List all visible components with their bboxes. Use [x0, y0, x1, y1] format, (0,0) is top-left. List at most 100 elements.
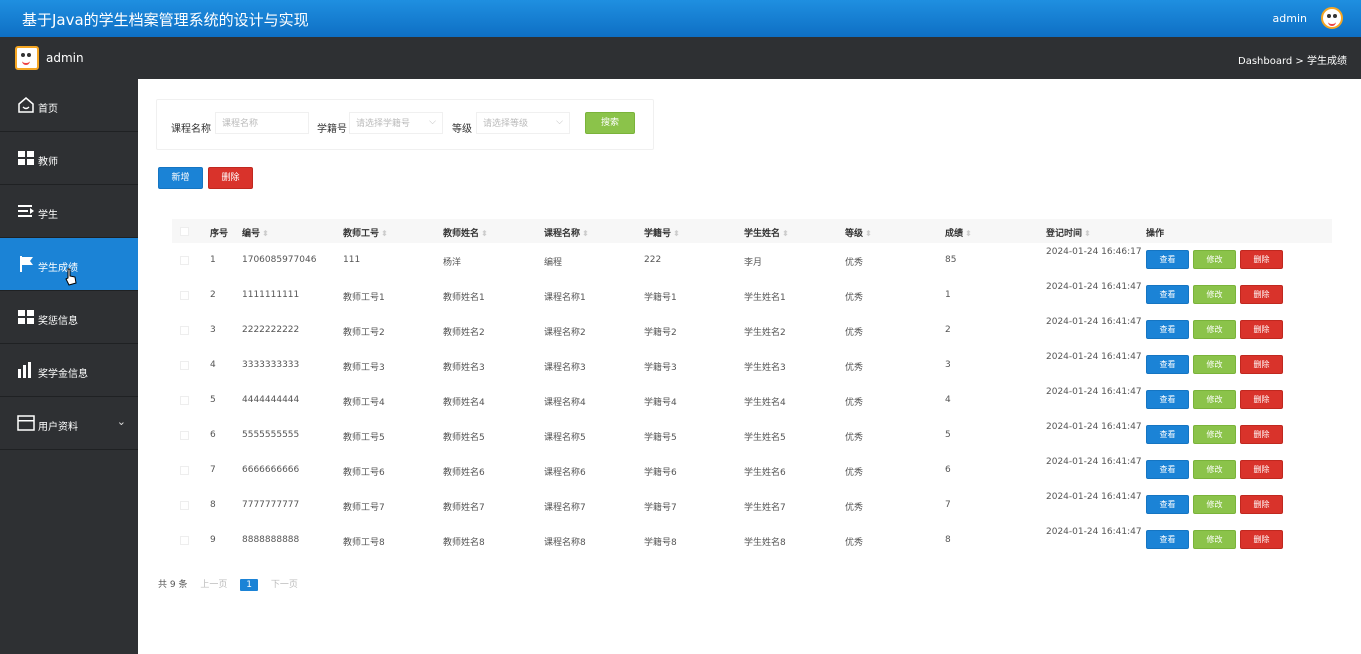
view-button[interactable]: 查看 — [1146, 390, 1189, 409]
sidebar-item-label: 奖学金信息 — [38, 369, 88, 380]
row-delete-button[interactable]: 删除 — [1240, 460, 1283, 479]
cell-code: 1706085977046 — [242, 255, 317, 265]
edit-button[interactable]: 修改 — [1193, 425, 1236, 444]
row-delete-button[interactable]: 删除 — [1240, 495, 1283, 514]
cell-teacher-name: 教师姓名8 — [443, 538, 485, 548]
cell-code: 4444444444 — [242, 395, 300, 405]
sort-icon: ⬍ — [582, 229, 589, 238]
row-checkbox[interactable] — [180, 326, 189, 335]
cell-student-name: 学生姓名3 — [744, 363, 786, 373]
cell-time: 2024-01-24 16:41:47 — [1046, 422, 1142, 432]
view-button[interactable]: 查看 — [1146, 530, 1189, 549]
cell-student-name: 李月 — [744, 258, 763, 268]
add-button[interactable]: 新增 — [158, 167, 203, 189]
row-checkbox[interactable] — [180, 396, 189, 405]
student-no-select[interactable]: 请选择学籍号 ⌵ — [349, 112, 443, 134]
view-button[interactable]: 查看 — [1146, 320, 1189, 339]
cell-teacher-no: 教师工号3 — [343, 363, 385, 373]
table-header: 序号 编号 ⬍ 教师工号 ⬍ 教师姓名 ⬍ 课程名称 ⬍ 学籍号 ⬍ 学生姓名 ⬍ 等级 ⬍ … — [172, 219, 1332, 243]
column-header[interactable]: 教师工号 ⬍ — [343, 226, 388, 239]
row-checkbox[interactable] — [180, 256, 189, 265]
sidebar-item-student[interactable]: 学生 — [0, 185, 138, 238]
current-page[interactable]: 1 — [240, 579, 258, 591]
cell-code: 1111111111 — [242, 290, 300, 300]
sidebar-item-rewards[interactable]: 奖惩信息 — [0, 291, 138, 344]
flag-icon — [20, 256, 33, 272]
row-checkbox[interactable] — [180, 466, 189, 475]
column-header[interactable]: 登记时间 ⬍ — [1046, 226, 1091, 239]
edit-button[interactable]: 修改 — [1193, 320, 1236, 339]
table-row: 8 7777777777 教师工号7 教师姓名7 课程名称7 学籍号7 学生姓名7 优秀 7 20… — [172, 488, 1332, 523]
header-username[interactable]: admin — [1273, 12, 1307, 25]
row-delete-button[interactable]: 删除 — [1240, 320, 1283, 339]
row-checkbox[interactable] — [180, 536, 189, 545]
column-header[interactable]: 教师姓名 ⬍ — [443, 226, 488, 239]
next-page-button[interactable]: 下一页 — [271, 580, 298, 590]
sidebar-item-home[interactable]: 首页 — [0, 79, 138, 132]
prev-page-button[interactable]: 上一页 — [200, 580, 227, 590]
column-header: 操作 — [1146, 229, 1165, 239]
row-checkbox[interactable] — [180, 501, 189, 510]
cell-course: 课程名称2 — [544, 328, 586, 338]
column-header[interactable]: 等级 ⬍ — [845, 226, 872, 239]
sidebar-item-label: 用户资料 — [38, 422, 78, 433]
column-header[interactable]: 成绩 ⬍ — [945, 226, 972, 239]
row-delete-button[interactable]: 删除 — [1240, 355, 1283, 374]
cell-student-name: 学生姓名4 — [744, 398, 786, 408]
cell-course: 课程名称4 — [544, 398, 586, 408]
edit-button[interactable]: 修改 — [1193, 355, 1236, 374]
edit-button[interactable]: 修改 — [1193, 495, 1236, 514]
column-header[interactable]: 课程名称 ⬍ — [544, 226, 589, 239]
view-button[interactable]: 查看 — [1146, 425, 1189, 444]
chevron-down-icon[interactable]: ⌄ — [117, 415, 126, 428]
view-button[interactable]: 查看 — [1146, 355, 1189, 374]
row-delete-button[interactable]: 删除 — [1240, 530, 1283, 549]
sidebar-item-label: 教师 — [38, 157, 58, 168]
row-delete-button[interactable]: 删除 — [1240, 425, 1283, 444]
row-checkbox[interactable] — [180, 431, 189, 440]
cell-teacher-no: 教师工号5 — [343, 433, 385, 443]
row-checkbox[interactable] — [180, 291, 189, 300]
view-button[interactable]: 查看 — [1146, 285, 1189, 304]
edit-button[interactable]: 修改 — [1193, 390, 1236, 409]
cell-level: 优秀 — [845, 538, 864, 548]
cell-score: 1 — [945, 290, 951, 300]
view-button[interactable]: 查看 — [1146, 460, 1189, 479]
sidebar-username: admin — [46, 51, 84, 65]
cell-teacher-name: 教师姓名5 — [443, 433, 485, 443]
cell-teacher-no: 111 — [343, 255, 361, 265]
sidebar-item-teacher[interactable]: 教师 — [0, 132, 138, 185]
course-name-input[interactable]: 课程名称 — [215, 112, 309, 134]
cell-code: 2222222222 — [242, 325, 300, 335]
edit-button[interactable]: 修改 — [1193, 250, 1236, 269]
row-delete-button[interactable]: 删除 — [1240, 390, 1283, 409]
view-button[interactable]: 查看 — [1146, 495, 1189, 514]
cell-score: 2 — [945, 325, 951, 335]
sidebar-item-profile[interactable]: 用户资料 ⌄ — [0, 397, 138, 450]
row-delete-button[interactable]: 删除 — [1240, 285, 1283, 304]
cell-student-no: 学籍号4 — [644, 398, 677, 408]
header-avatar-icon[interactable] — [1321, 7, 1343, 29]
delete-button[interactable]: 删除 — [208, 167, 253, 189]
cell-code: 6666666666 — [242, 465, 300, 475]
grade-select[interactable]: 请选择等级 ⌵ — [476, 112, 570, 134]
table-row: 4 3333333333 教师工号3 教师姓名3 课程名称3 学籍号3 学生姓名3 优秀 3 20… — [172, 348, 1332, 383]
sidebar-item-student-grades[interactable]: 学生成绩 — [0, 238, 138, 291]
cell-score: 5 — [945, 430, 951, 440]
column-header[interactable]: 学生姓名 ⬍ — [744, 226, 789, 239]
view-button[interactable]: 查看 — [1146, 250, 1189, 269]
row-checkbox[interactable] — [180, 361, 189, 370]
edit-button[interactable]: 修改 — [1193, 285, 1236, 304]
cell-student-no: 学籍号1 — [644, 293, 677, 303]
edit-button[interactable]: 修改 — [1193, 530, 1236, 549]
cell-idx: 1 — [210, 255, 216, 265]
select-all-checkbox[interactable] — [180, 227, 189, 236]
column-header[interactable]: 学籍号 ⬍ — [644, 226, 680, 239]
column-header[interactable]: 编号 ⬍ — [242, 226, 269, 239]
cell-score: 4 — [945, 395, 951, 405]
cell-level: 优秀 — [845, 328, 864, 338]
sidebar-item-scholarship[interactable]: 奖学金信息 — [0, 344, 138, 397]
search-button[interactable]: 搜索 — [585, 112, 635, 134]
row-delete-button[interactable]: 删除 — [1240, 250, 1283, 269]
edit-button[interactable]: 修改 — [1193, 460, 1236, 479]
